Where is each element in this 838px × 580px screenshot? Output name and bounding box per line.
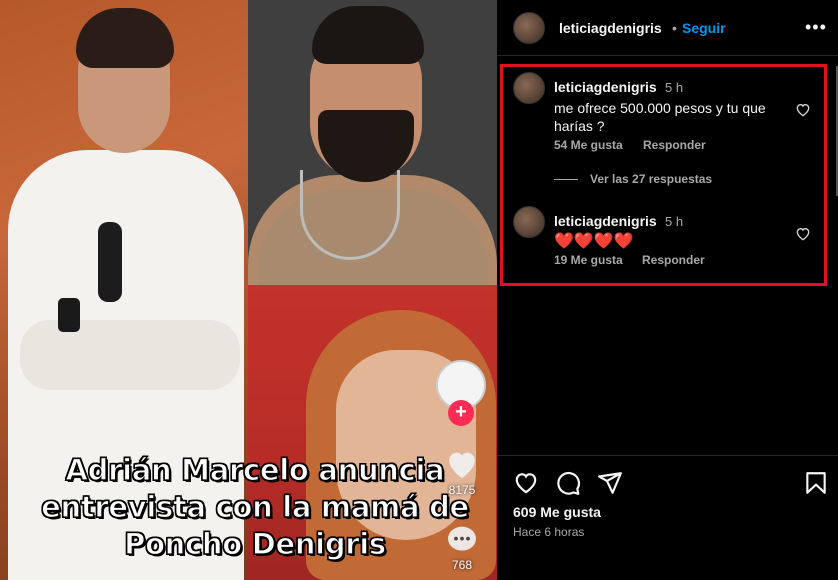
hair (76, 8, 174, 68)
post-header: leticiagdenigris • Seguir ••• (497, 0, 838, 56)
save-icon (806, 472, 826, 494)
save-button[interactable] (803, 470, 829, 496)
comment-icon (557, 471, 580, 495)
hair (312, 6, 424, 64)
post-media[interactable]: + 8175 768 Adrián Marcelo anuncia entrev… (0, 0, 497, 580)
smartwatch (58, 298, 80, 332)
post-timestamp: Hace 6 horas (513, 525, 585, 539)
comment-button[interactable] (555, 470, 581, 496)
action-bar: 609 Me gusta Hace 6 horas (497, 455, 838, 580)
like-button[interactable] (513, 470, 539, 496)
sunglasses (98, 222, 122, 302)
more-options-icon[interactable]: ••• (805, 17, 827, 38)
separator-dot: • (672, 20, 677, 36)
share-button[interactable] (597, 470, 623, 496)
share-icon (598, 472, 622, 494)
follow-button[interactable]: Seguir (682, 20, 726, 36)
caption-line: Poncho Denigris (124, 526, 387, 561)
follow-plus-icon[interactable]: + (448, 400, 474, 426)
caption-line: entrevista con la mamá de (40, 489, 469, 524)
caption-line: Adrián Marcelo anuncia (65, 452, 445, 487)
photo-poncho-denigris (248, 0, 497, 295)
heart-icon (515, 473, 537, 494)
username-link[interactable]: leticiagdenigris (559, 20, 662, 36)
headline-caption: Adrián Marcelo anuncia entrevista con la… (30, 452, 480, 563)
likes-count[interactable]: 609 Me gusta (513, 504, 601, 520)
avatar[interactable] (513, 12, 545, 44)
crossed-arms (20, 320, 240, 390)
comments-highlight-box (500, 64, 827, 286)
